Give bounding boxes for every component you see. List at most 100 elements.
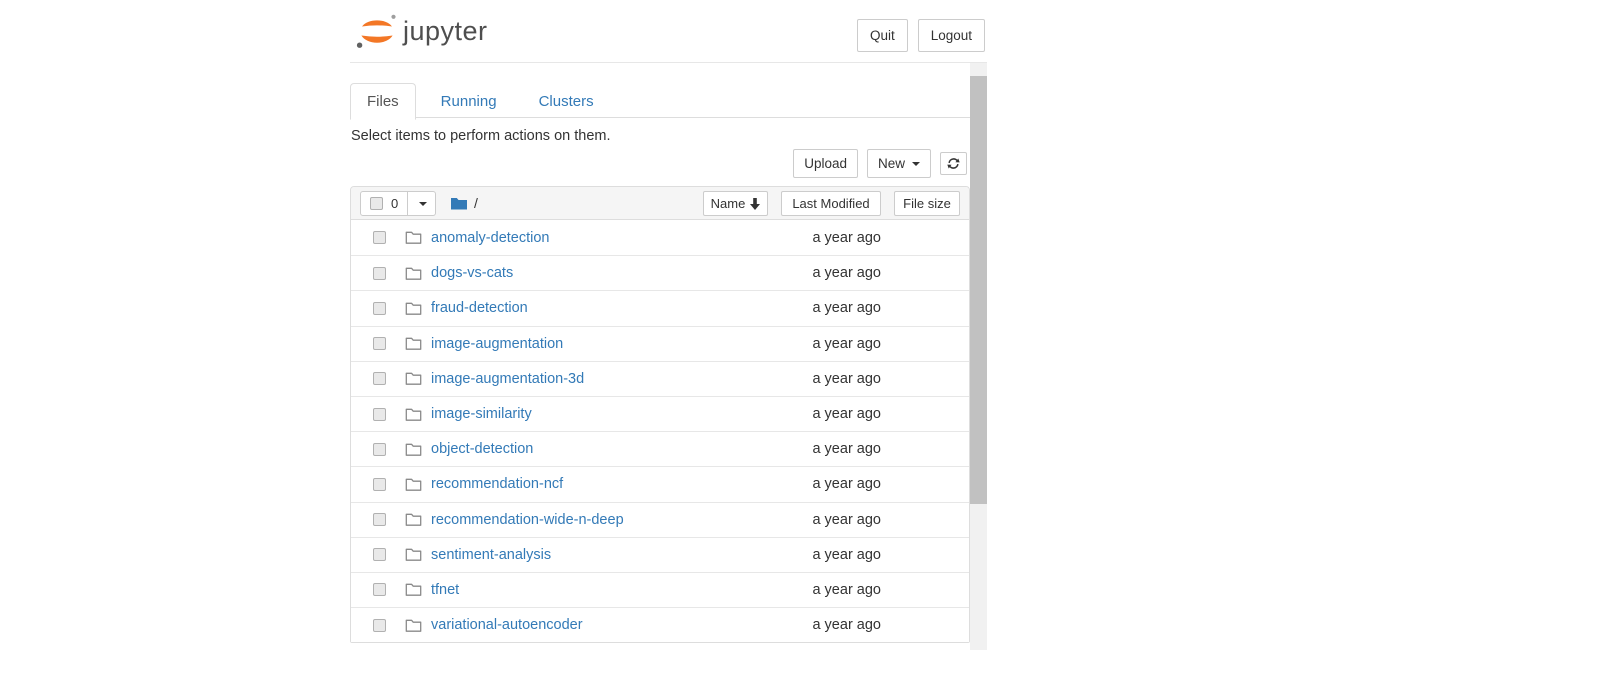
row-checkbox[interactable] [373, 408, 386, 421]
folder-link[interactable]: image-augmentation [431, 336, 563, 352]
last-modified-value: a year ago [812, 441, 881, 457]
last-modified-value: a year ago [812, 547, 881, 563]
sort-modified-label: Last Modified [792, 196, 869, 211]
row-checkbox[interactable] [373, 302, 386, 315]
sort-size-label: File size [903, 196, 951, 211]
table-row: dogs-vs-cats a year ago [351, 255, 969, 290]
vertical-scrollbar[interactable] [970, 63, 987, 650]
tab-running[interactable]: Running [424, 83, 514, 120]
folder-outline-icon [405, 230, 422, 245]
file-list: 0 / N [350, 186, 970, 643]
row-checkbox[interactable] [373, 583, 386, 596]
new-dropdown-label: New [878, 154, 905, 173]
row-checkbox[interactable] [373, 548, 386, 561]
folder-link[interactable]: tfnet [431, 582, 459, 598]
table-row: image-augmentation-3d a year ago [351, 361, 969, 396]
last-modified-value: a year ago [812, 371, 881, 387]
folder-link[interactable]: image-augmentation-3d [431, 371, 584, 387]
site: FilesRunningClusters Select items to per… [350, 63, 970, 650]
chevron-down-icon [419, 202, 427, 206]
toolbar: Upload New [793, 149, 967, 178]
folder-outline-icon [405, 618, 422, 633]
chevron-down-icon [912, 162, 920, 166]
folder-outline-icon [405, 266, 422, 281]
breadcrumb: / [450, 187, 478, 219]
folder-outline-icon [405, 371, 422, 386]
select-all-button[interactable]: 0 [360, 191, 408, 216]
folder-link[interactable]: recommendation-ncf [431, 476, 563, 492]
last-modified-value: a year ago [812, 617, 881, 633]
select-all-checkbox[interactable] [370, 197, 383, 210]
folder-link[interactable]: dogs-vs-cats [431, 265, 513, 281]
folder-link[interactable]: variational-autoencoder [431, 617, 583, 633]
refresh-button[interactable] [940, 152, 967, 175]
select-all-group: 0 [360, 191, 436, 216]
list-header: 0 / N [351, 187, 969, 220]
tab-clusters[interactable]: Clusters [522, 83, 611, 120]
last-modified-value: a year ago [812, 582, 881, 598]
table-row: fraud-detection a year ago [351, 290, 969, 325]
last-modified-value: a year ago [812, 512, 881, 528]
sort-name-button[interactable]: Name [703, 191, 768, 216]
upload-button[interactable]: Upload [793, 149, 858, 178]
select-dropdown-button[interactable] [408, 191, 436, 216]
table-row: sentiment-analysis a year ago [351, 537, 969, 572]
table-row: recommendation-wide-n-deep a year ago [351, 502, 969, 537]
folder-link[interactable]: recommendation-wide-n-deep [431, 512, 624, 528]
sort-last-modified-button[interactable]: Last Modified [781, 191, 881, 216]
selected-count: 0 [391, 196, 398, 211]
folder-outline-icon [405, 442, 422, 457]
table-row: anomaly-detection a year ago [351, 220, 969, 255]
table-row: variational-autoencoder a year ago [351, 607, 969, 642]
jupyter-logo[interactable]: jupyter [355, 12, 488, 50]
table-row: recommendation-ncf a year ago [351, 466, 969, 501]
folder-link[interactable]: fraud-detection [431, 300, 528, 316]
table-row: object-detection a year ago [351, 431, 969, 466]
refresh-icon [947, 157, 960, 170]
tab-bar: FilesRunningClusters [350, 82, 970, 118]
row-checkbox[interactable] [373, 267, 386, 280]
folder-outline-icon [405, 301, 422, 316]
folder-outline-icon [405, 477, 422, 492]
scrollbar-thumb[interactable] [970, 76, 987, 504]
sort-name-label: Name [711, 196, 746, 211]
logout-button[interactable]: Logout [918, 19, 985, 52]
folder-outline-icon [405, 407, 422, 422]
folder-outline-icon [405, 512, 422, 527]
row-checkbox[interactable] [373, 337, 386, 350]
row-checkbox[interactable] [373, 443, 386, 456]
app-header: jupyter Quit Logout [350, 0, 987, 63]
last-modified-value: a year ago [812, 336, 881, 352]
last-modified-value: a year ago [812, 406, 881, 422]
sort-file-size-button[interactable]: File size [894, 191, 960, 216]
row-checkbox[interactable] [373, 231, 386, 244]
file-rows: anomaly-detection a year ago dogs-vs-cat… [351, 220, 969, 642]
row-checkbox[interactable] [373, 513, 386, 526]
last-modified-value: a year ago [812, 230, 881, 246]
header-buttons: Quit Logout [857, 19, 985, 52]
logo-wordmark: jupyter [403, 16, 488, 47]
table-row: tfnet a year ago [351, 572, 969, 607]
folder-link[interactable]: object-detection [431, 441, 533, 457]
new-dropdown-button[interactable]: New [867, 149, 931, 178]
select-items-message: Select items to perform actions on them. [351, 128, 611, 144]
folder-link[interactable]: sentiment-analysis [431, 547, 551, 563]
folder-link[interactable]: anomaly-detection [431, 230, 550, 246]
browser-viewport: jupyter Quit Logout FilesRunningClusters… [350, 0, 987, 679]
row-checkbox[interactable] [373, 372, 386, 385]
folder-outline-icon [405, 336, 422, 351]
screen: jupyter Quit Logout FilesRunningClusters… [0, 0, 1600, 679]
quit-button[interactable]: Quit [857, 19, 908, 52]
last-modified-value: a year ago [812, 265, 881, 281]
folder-icon[interactable] [450, 196, 468, 211]
folder-link[interactable]: image-similarity [431, 406, 532, 422]
arrow-down-icon [750, 198, 760, 210]
row-checkbox[interactable] [373, 478, 386, 491]
tab-files[interactable]: Files [350, 83, 416, 120]
breadcrumb-root[interactable]: / [474, 195, 478, 211]
jupyter-logo-icon [355, 12, 399, 50]
row-checkbox[interactable] [373, 619, 386, 632]
last-modified-value: a year ago [812, 476, 881, 492]
table-row: image-augmentation a year ago [351, 326, 969, 361]
folder-outline-icon [405, 582, 422, 597]
